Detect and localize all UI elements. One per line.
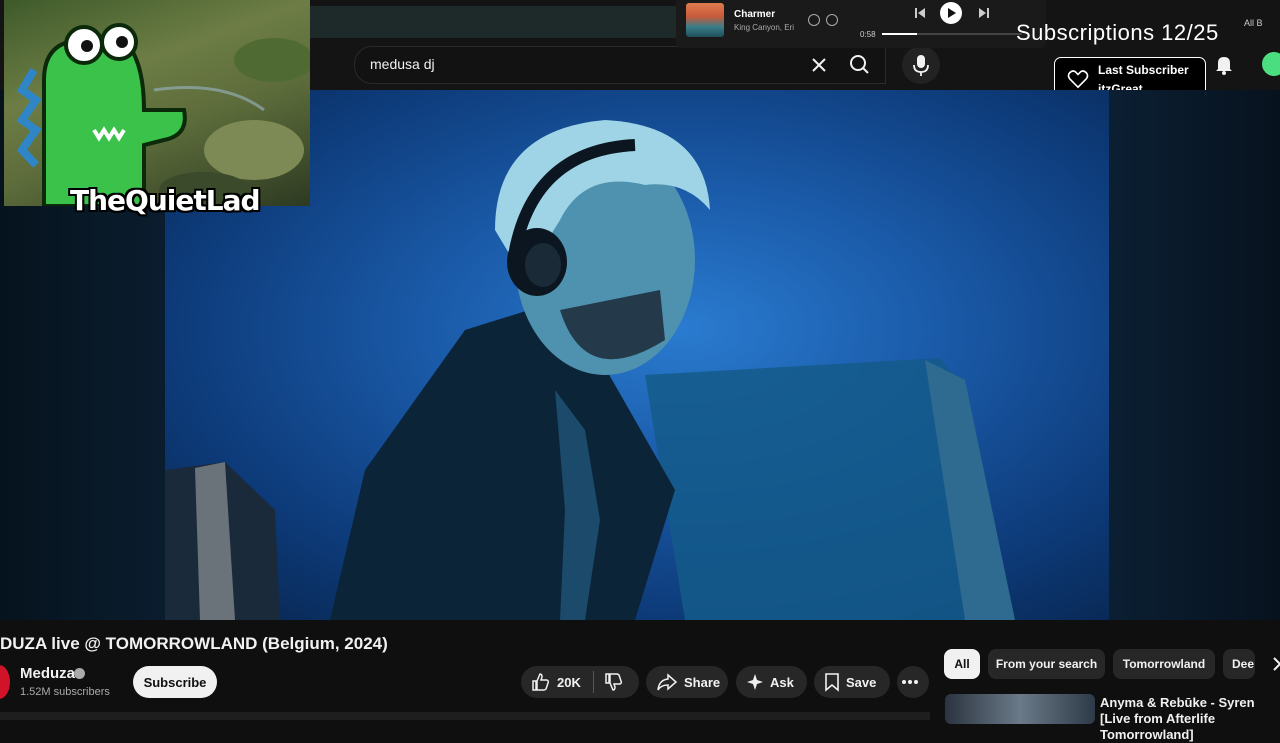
play-button[interactable] xyxy=(940,2,962,24)
more-horizontal-icon xyxy=(902,680,918,684)
track-elapsed-time: 0:58 xyxy=(860,30,876,39)
bookmarks-folder[interactable]: All B xyxy=(1244,18,1263,28)
save-label: Save xyxy=(846,674,877,690)
chevron-right-icon[interactable] xyxy=(1270,656,1280,672)
chip-all[interactable]: All xyxy=(944,649,980,679)
album-art xyxy=(686,3,724,37)
chip-tomorrowland[interactable]: Tomorrowland xyxy=(1113,649,1215,679)
track-progress-bar[interactable] xyxy=(882,33,1022,35)
chip-deep[interactable]: Dee xyxy=(1223,649,1255,679)
browser-tab-strip xyxy=(310,6,680,38)
previous-track-icon[interactable] xyxy=(914,7,926,19)
thumbs-up-icon xyxy=(532,673,550,691)
share-arrow-icon xyxy=(657,673,678,691)
thumbs-down-icon[interactable] xyxy=(604,672,624,692)
recommendation-title[interactable]: Anyma & Rebūke - Syren [Live from Afterl… xyxy=(1100,695,1278,743)
crocodile-mascot-image xyxy=(16,23,310,206)
channel-avatar[interactable] xyxy=(0,665,10,699)
like-button[interactable]: 20K xyxy=(521,666,581,698)
track-progress-fill xyxy=(882,33,917,35)
close-icon[interactable] xyxy=(807,53,831,77)
dislike-circle-icon[interactable] xyxy=(808,14,820,26)
like-divider xyxy=(592,671,594,693)
search-icon[interactable] xyxy=(836,46,884,82)
description-panel-edge xyxy=(0,712,930,720)
channel-subscriber-count: 1.52M subscribers xyxy=(20,686,110,698)
play-icon xyxy=(948,8,956,18)
heart-icon xyxy=(1067,70,1089,89)
search-input[interactable]: medusa dj xyxy=(354,46,886,84)
share-button[interactable]: Share xyxy=(646,666,728,698)
bookmark-icon xyxy=(825,673,839,692)
microphone-icon xyxy=(913,55,929,76)
notifications-bell-icon[interactable] xyxy=(1212,52,1236,76)
account-avatar[interactable] xyxy=(1262,52,1280,76)
streamer-webcam-overlay xyxy=(4,0,310,206)
track-title: Charmer xyxy=(734,9,776,20)
like-dislike-group: 20K xyxy=(521,666,639,698)
like-count: 20K xyxy=(557,674,581,690)
subscriptions-counter: Subscriptions 12/25 xyxy=(1016,20,1219,45)
video-title: DUZA live @ TOMORROWLAND (Belgium, 2024) xyxy=(0,634,388,653)
next-track-icon[interactable] xyxy=(978,7,990,19)
track-artist: King Canyon, Eri xyxy=(734,23,795,32)
search-query: medusa dj xyxy=(370,56,435,72)
microphone-button[interactable] xyxy=(902,46,940,84)
ask-label: Ask xyxy=(770,674,794,690)
video-letterbox-right xyxy=(1109,90,1280,620)
ask-button[interactable]: Ask xyxy=(736,666,807,698)
last-subscriber-title: Last Subscriber xyxy=(1098,63,1189,77)
chip-from-your-search[interactable]: From your search xyxy=(988,649,1105,679)
share-label: Share xyxy=(684,674,721,690)
music-player-widget: Charmer King Canyon, Eri 0:58 xyxy=(676,0,1046,48)
subscribe-button[interactable]: Subscribe xyxy=(133,666,217,698)
more-options-button[interactable] xyxy=(897,666,929,698)
verified-badge-icon xyxy=(74,668,85,679)
save-button[interactable]: Save xyxy=(814,666,890,698)
channel-name[interactable]: Meduza xyxy=(20,665,75,682)
add-circle-icon[interactable] xyxy=(826,14,838,26)
sparkle-icon xyxy=(747,674,763,690)
streamer-name-tag: TheQuietLad xyxy=(70,184,261,217)
